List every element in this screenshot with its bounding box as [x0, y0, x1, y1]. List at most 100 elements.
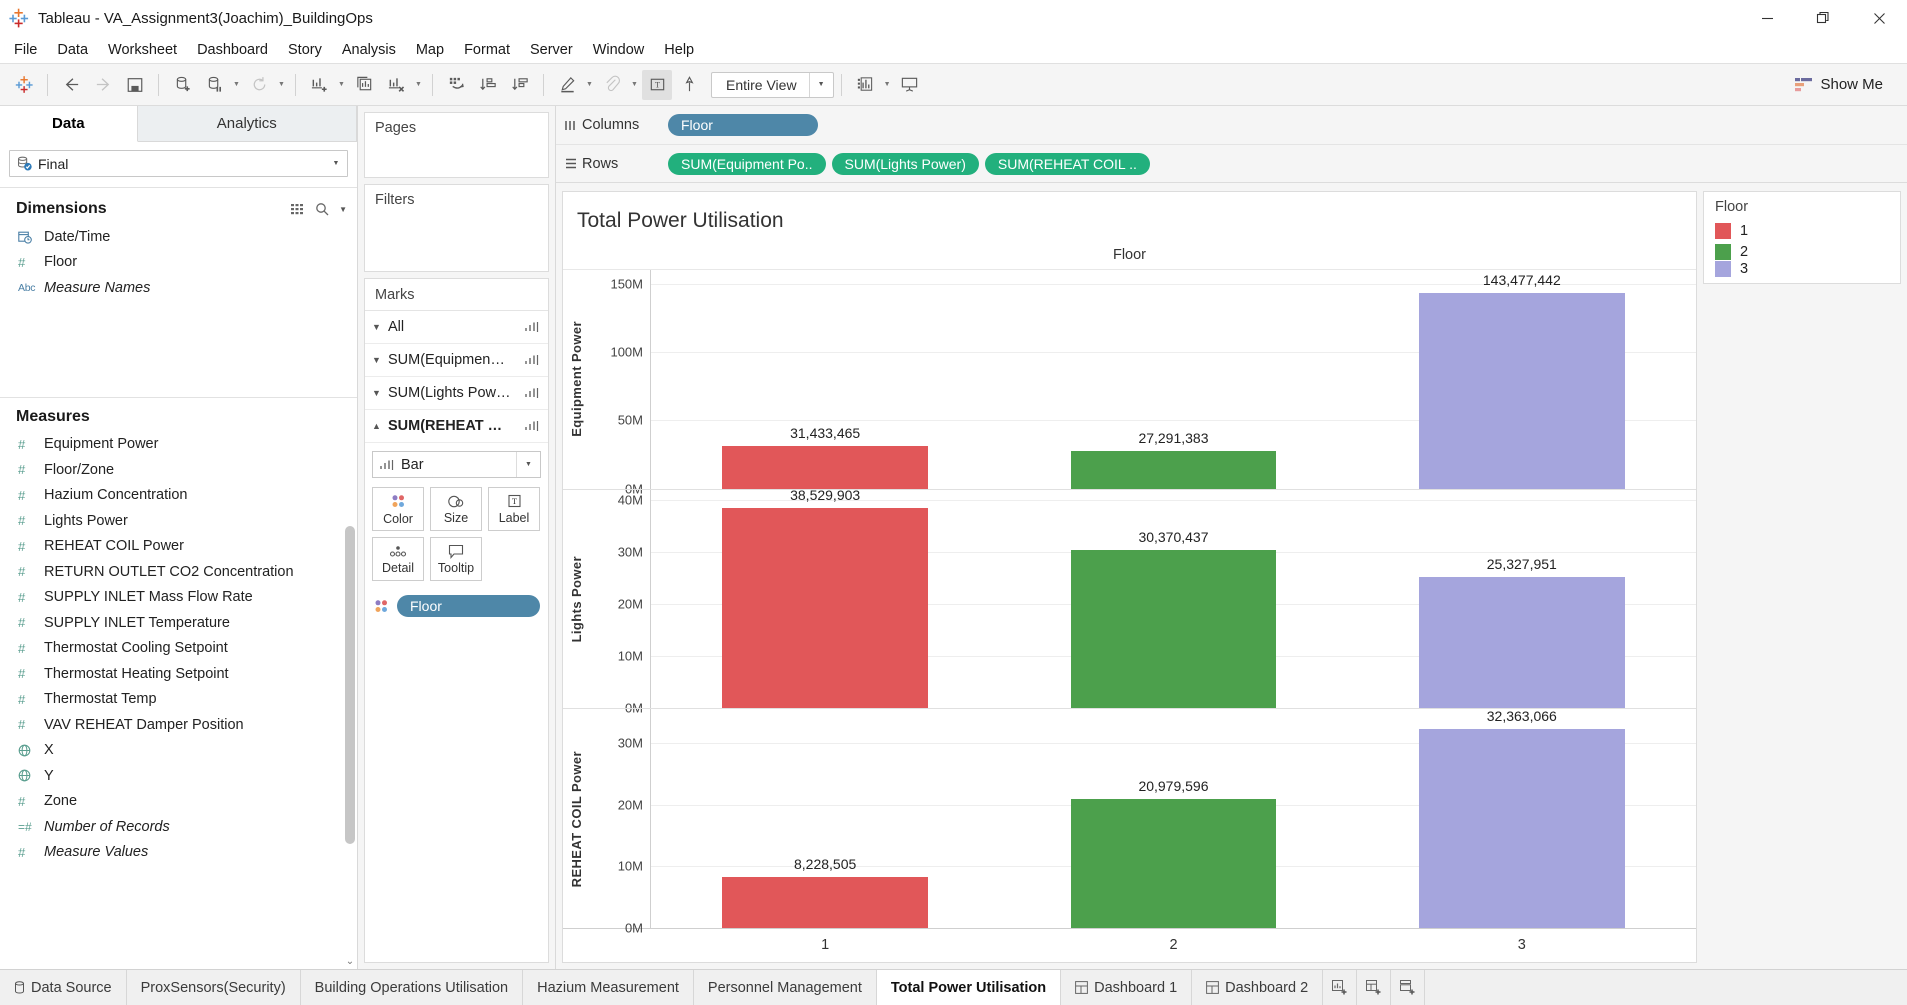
detail-button[interactable]: Detail: [372, 537, 424, 581]
presentation-mode-icon[interactable]: [895, 70, 925, 100]
swap-rows-columns-icon[interactable]: [441, 70, 471, 100]
duplicate-sheet-icon[interactable]: [349, 70, 379, 100]
pill-sum-reheat-coil-power[interactable]: SUM(REHEAT COIL ..: [984, 152, 1150, 175]
chevron-down-icon[interactable]: ▼: [412, 71, 425, 99]
measure-field-thermostat-temp[interactable]: # Thermostat Temp: [0, 687, 357, 713]
measure-field-thermostat-cooling-setpoint[interactable]: # Thermostat Cooling Setpoint: [0, 636, 357, 662]
legend-item-3[interactable]: 3: [1704, 261, 1900, 283]
label-button[interactable]: T Label: [488, 487, 540, 531]
sort-ascending-icon[interactable]: [473, 70, 503, 100]
sheet-tab-personnel-management[interactable]: Personnel Management: [693, 970, 877, 1005]
tab-data-source[interactable]: Data Source: [0, 970, 127, 1005]
measure-field-return-outlet-co2-concentration[interactable]: # RETURN OUTLET CO2 Concentration: [0, 559, 357, 585]
bar-floor-3[interactable]: 143,477,442: [1419, 272, 1625, 489]
menu-help[interactable]: Help: [654, 38, 704, 62]
show-mark-labels-icon[interactable]: T: [642, 69, 672, 100]
measure-field-hazium-concentration[interactable]: # Hazium Concentration: [0, 483, 357, 509]
pill-floor[interactable]: Floor: [668, 114, 818, 136]
measure-field-thermostat-heating-setpoint[interactable]: # Thermostat Heating Setpoint: [0, 661, 357, 687]
tab-analytics[interactable]: Analytics: [137, 106, 357, 141]
menu-window[interactable]: Window: [583, 38, 655, 62]
menu-analysis[interactable]: Analysis: [332, 38, 406, 62]
fix-axes-icon[interactable]: [674, 70, 704, 100]
rows-shelf[interactable]: Rows SUM(Equipment Po.. SUM(Lights Power…: [556, 144, 1907, 182]
new-worksheet-icon[interactable]: [1323, 970, 1358, 1005]
chevron-down-icon[interactable]: ▼: [230, 71, 243, 99]
dimension-field-date-time[interactable]: Date/Time: [0, 224, 357, 250]
measure-field-floor-zone[interactable]: # Floor/Zone: [0, 457, 357, 483]
pages-card[interactable]: Pages: [364, 112, 549, 178]
clear-sheet-icon[interactable]: [381, 70, 411, 100]
menu-data[interactable]: Data: [47, 38, 98, 62]
marks-row-lights-power[interactable]: ▼ SUM(Lights Pow…: [365, 377, 548, 410]
legend-item-2[interactable]: 2: [1704, 241, 1900, 262]
measure-field-y[interactable]: Y: [0, 763, 357, 789]
search-icon[interactable]: [315, 202, 329, 216]
chevron-down-icon[interactable]: ▼: [339, 205, 347, 214]
bar-floor-1[interactable]: 8,228,505: [722, 856, 928, 929]
chevron-down-icon[interactable]: ▼: [335, 71, 348, 99]
sort-descending-icon[interactable]: [505, 70, 535, 100]
measure-field-supply-inlet-mass-flow-rate[interactable]: # SUPPLY INLET Mass Flow Rate: [0, 585, 357, 611]
sheet-tab-total-power-utilisation[interactable]: Total Power Utilisation: [876, 970, 1062, 1005]
chevron-down-icon[interactable]: ▼: [808, 72, 833, 97]
measure-field-measure-values[interactable]: # Measure Values: [0, 840, 357, 866]
pause-data-updates-icon[interactable]: [199, 70, 229, 100]
bar-floor-2[interactable]: 30,370,437: [1070, 529, 1277, 709]
columns-shelf[interactable]: Columns Floor: [556, 106, 1907, 144]
menu-worksheet[interactable]: Worksheet: [98, 38, 187, 62]
menu-map[interactable]: Map: [406, 38, 454, 62]
color-pill-floor[interactable]: Floor: [397, 595, 540, 617]
new-worksheet-icon[interactable]: [304, 70, 334, 100]
chevron-down-icon[interactable]: ▼: [628, 71, 641, 99]
save-icon[interactable]: [120, 70, 150, 100]
close-button[interactable]: [1851, 0, 1907, 36]
fit-view-select[interactable]: Entire View ▼: [711, 71, 834, 98]
menu-file[interactable]: File: [4, 38, 47, 62]
scrollbar-thumb[interactable]: [345, 525, 355, 845]
bar-floor-2[interactable]: 27,291,383: [1070, 430, 1277, 489]
grid-view-icon[interactable]: [291, 203, 305, 215]
measure-field-supply-inlet-temperature[interactable]: # SUPPLY INLET Temperature: [0, 610, 357, 636]
sheet-tab-building-operations-utilisation[interactable]: Building Operations Utilisation: [300, 970, 524, 1005]
measure-field-vav-reheat-damper-position[interactable]: # VAV REHEAT Damper Position: [0, 712, 357, 738]
chevron-down-icon[interactable]: ▼: [881, 71, 894, 99]
chevron-down-icon[interactable]: ▼: [372, 322, 388, 332]
marks-row-equipment-power[interactable]: ▼ SUM(Equipmen…: [365, 344, 548, 377]
menu-format[interactable]: Format: [454, 38, 520, 62]
tableau-home-icon[interactable]: [9, 70, 39, 100]
dimension-field-floor[interactable]: # Floor: [0, 250, 357, 276]
measure-field-lights-power[interactable]: # Lights Power: [0, 508, 357, 534]
bar-floor-3[interactable]: 25,327,951: [1419, 556, 1625, 709]
menu-story[interactable]: Story: [278, 38, 332, 62]
bar-floor-1[interactable]: 38,529,903: [722, 487, 928, 709]
datasource-selector[interactable]: Final ▼: [9, 150, 348, 177]
sheet-tab-proxsensors[interactable]: ProxSensors(Security): [126, 970, 301, 1005]
measure-field-equipment-power[interactable]: # Equipment Power: [0, 432, 357, 458]
new-dashboard-icon[interactable]: [1357, 970, 1392, 1005]
show-me-button[interactable]: Show Me: [1795, 76, 1899, 93]
chevron-down-icon[interactable]: ▼: [516, 452, 540, 477]
chevron-down-icon[interactable]: ▼: [372, 388, 388, 398]
show-me-toolbar-icon[interactable]: [850, 70, 880, 100]
new-data-source-icon[interactable]: [167, 70, 197, 100]
bar-floor-3[interactable]: 32,363,066: [1419, 708, 1625, 929]
measures-scrollbar[interactable]: ⌄: [345, 434, 355, 967]
chevron-down-icon[interactable]: ⌄: [344, 956, 356, 967]
sheet-tab-dashboard-2[interactable]: Dashboard 2: [1192, 970, 1324, 1005]
dimension-field-measure-names[interactable]: Abc Measure Names: [0, 275, 357, 301]
size-button[interactable]: Size: [430, 487, 482, 531]
pill-sum-lights-power[interactable]: SUM(Lights Power): [831, 152, 979, 175]
mark-type-select[interactable]: Bar ▼: [372, 451, 541, 478]
measure-field-x[interactable]: X: [0, 738, 357, 764]
chevron-down-icon[interactable]: ▼: [372, 355, 388, 365]
color-button[interactable]: Color: [372, 487, 424, 531]
highlight-icon[interactable]: [552, 70, 582, 100]
filters-card[interactable]: Filters: [364, 184, 549, 272]
measure-field-zone[interactable]: # Zone: [0, 789, 357, 815]
marks-row-reheat-coil-power[interactable]: ▲ SUM(REHEAT …: [365, 410, 548, 443]
refresh-data-source-icon[interactable]: [244, 70, 274, 100]
group-members-icon[interactable]: [597, 70, 627, 100]
pill-sum-equipment-power[interactable]: SUM(Equipment Po..: [668, 152, 826, 175]
minimize-button[interactable]: [1739, 0, 1795, 36]
